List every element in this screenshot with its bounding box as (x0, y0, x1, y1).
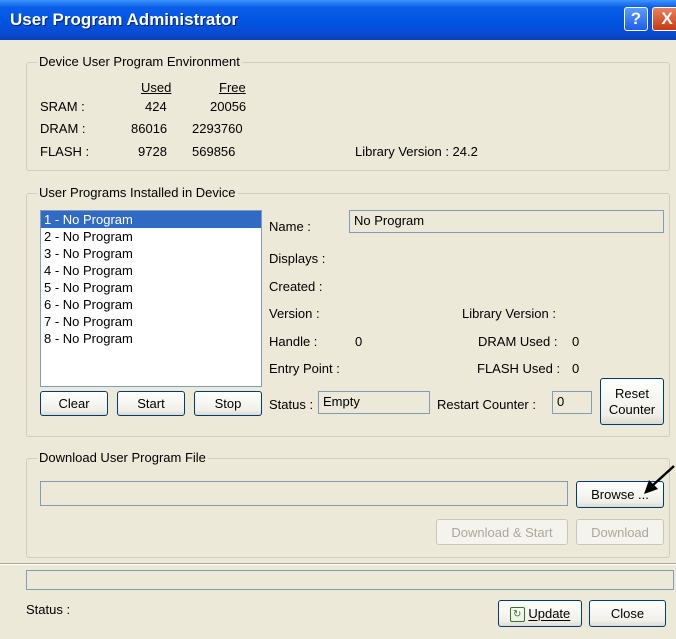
download-legend: Download User Program File (37, 450, 208, 465)
program-list-item[interactable]: 3 - No Program (41, 245, 261, 262)
start-button[interactable]: Start (117, 391, 185, 416)
flash-used-value: 0 (572, 361, 580, 376)
status-label: Status : (269, 397, 314, 412)
program-list-item[interactable]: 5 - No Program (41, 279, 261, 296)
program-list-item[interactable]: 2 - No Program (41, 228, 261, 245)
reset-counter-button[interactable]: Reset Counter (600, 378, 664, 425)
library-version-label: Library Version : (462, 306, 556, 321)
program-list[interactable]: 1 - No Program 2 - No Program 3 - No Pro… (40, 210, 262, 387)
clear-button[interactable]: Clear (40, 391, 108, 416)
flash-used-label: FLASH Used : (477, 361, 561, 376)
used-header: Used (141, 80, 172, 95)
environment-library-version: Library Version : 24.2 (355, 144, 478, 159)
dram-free: 2293760 (192, 121, 243, 136)
arrow-icon (644, 465, 675, 494)
help-icon: ? (630, 9, 642, 28)
entry-point-label: Entry Point : (269, 361, 340, 376)
name-label: Name : (269, 219, 311, 234)
status-field: Empty (318, 391, 430, 414)
footer-status-label: Status : (26, 602, 71, 617)
download-button[interactable]: Download (576, 519, 664, 545)
program-list-item[interactable]: 6 - No Program (41, 296, 261, 313)
displays-label: Displays : (269, 251, 326, 266)
progress-bar (26, 570, 674, 590)
flash-free: 569856 (192, 144, 236, 159)
close-button[interactable]: Close (589, 600, 666, 627)
reset-counter-label-line2: Counter (608, 401, 656, 417)
update-label: Update (528, 606, 571, 622)
user-program-administrator-window: User Program Administrator ? X Device Us… (0, 0, 676, 639)
download-start-button[interactable]: Download & Start (436, 519, 568, 545)
flash-label: FLASH : (40, 144, 90, 159)
sram-used: 424 (145, 99, 167, 114)
dram-used-label: DRAM Used : (478, 334, 558, 349)
title-bar[interactable]: User Program Administrator ? X (0, 0, 676, 40)
created-label: Created : (269, 279, 323, 294)
environment-group: Device User Program Environment (26, 54, 670, 171)
flash-used: 9728 (138, 144, 167, 159)
sram-free: 20056 (210, 99, 247, 114)
window-title: User Program Administrator (10, 10, 238, 29)
sram-label: SRAM : (40, 99, 85, 114)
program-list-item[interactable]: 1 - No Program (41, 211, 261, 228)
close-icon: X (661, 9, 673, 28)
installed-programs-legend: User Programs Installed in Device (37, 185, 238, 200)
handle-value: 0 (355, 334, 363, 349)
download-group: Download User Program File (26, 450, 670, 558)
program-name-field: No Program (349, 210, 664, 233)
environment-legend: Device User Program Environment (37, 54, 242, 69)
restart-counter-label: Restart Counter : (437, 397, 536, 412)
help-button[interactable]: ? (624, 7, 648, 31)
version-label: Version : (269, 306, 320, 321)
restart-counter-field: 0 (552, 391, 592, 414)
program-list-item[interactable]: 4 - No Program (41, 262, 261, 279)
dram-label: DRAM : (40, 121, 86, 136)
dram-used-value: 0 (572, 334, 580, 349)
handle-label: Handle : (269, 334, 318, 349)
update-button[interactable]: ↻ Update (498, 600, 582, 627)
refresh-icon: ↻ (509, 606, 525, 622)
stop-button[interactable]: Stop (194, 391, 262, 416)
free-header: Free (219, 80, 246, 95)
dram-used: 86016 (131, 121, 168, 136)
footer-divider (0, 563, 676, 565)
window-close-button[interactable]: X (652, 7, 676, 31)
program-list-item[interactable]: 8 - No Program (41, 330, 261, 347)
file-path-field[interactable] (40, 481, 568, 506)
reset-counter-label-line1: Reset (615, 385, 649, 401)
program-list-item[interactable]: 7 - No Program (41, 313, 261, 330)
